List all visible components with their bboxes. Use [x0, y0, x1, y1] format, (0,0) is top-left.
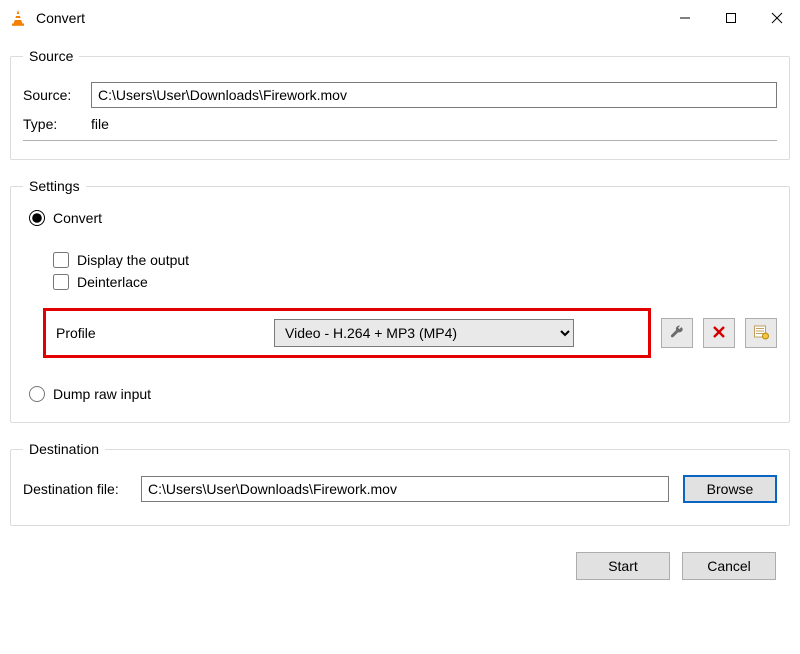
source-label: Source:	[23, 87, 91, 103]
source-path-input[interactable]	[91, 82, 777, 108]
dump-raw-radio[interactable]	[29, 386, 45, 402]
type-value: file	[91, 116, 109, 132]
footer: Start Cancel	[10, 544, 790, 580]
source-group: Source Source: Type: file	[10, 48, 790, 160]
start-button[interactable]: Start	[576, 552, 670, 580]
display-output-checkbox[interactable]	[53, 252, 69, 268]
divider	[23, 140, 777, 141]
profile-highlight: Profile Video - H.264 + MP3 (MP4)	[43, 308, 651, 358]
profile-label: Profile	[56, 325, 274, 341]
settings-legend: Settings	[23, 178, 86, 194]
vlc-cone-icon	[8, 8, 28, 28]
settings-group: Settings Convert Display the output Dein…	[10, 178, 790, 423]
display-output-label: Display the output	[77, 252, 189, 268]
titlebar: Convert	[0, 0, 800, 36]
new-profile-button[interactable]	[745, 318, 777, 348]
x-icon	[712, 325, 726, 342]
destination-path-input[interactable]	[141, 476, 669, 502]
convert-radio[interactable]	[29, 210, 45, 226]
wrench-icon	[669, 324, 685, 343]
window-title: Convert	[36, 10, 85, 26]
edit-profile-button[interactable]	[661, 318, 693, 348]
close-button[interactable]	[754, 0, 800, 36]
deinterlace-checkbox[interactable]	[53, 274, 69, 290]
deinterlace-label: Deinterlace	[77, 274, 148, 290]
convert-radio-row[interactable]: Convert	[29, 210, 777, 226]
minimize-button[interactable]	[662, 0, 708, 36]
browse-button[interactable]: Browse	[683, 475, 777, 503]
destination-legend: Destination	[23, 441, 105, 457]
deinterlace-row[interactable]: Deinterlace	[53, 274, 777, 290]
profile-combo[interactable]: Video - H.264 + MP3 (MP4)	[274, 319, 574, 347]
destination-group: Destination Destination file: Browse	[10, 441, 790, 526]
delete-profile-button[interactable]	[703, 318, 735, 348]
dump-raw-radio-row[interactable]: Dump raw input	[29, 386, 777, 402]
cancel-button[interactable]: Cancel	[682, 552, 776, 580]
dump-raw-label: Dump raw input	[53, 386, 151, 402]
convert-radio-label: Convert	[53, 210, 102, 226]
maximize-button[interactable]	[708, 0, 754, 36]
source-legend: Source	[23, 48, 79, 64]
destination-label: Destination file:	[23, 481, 141, 497]
display-output-row[interactable]: Display the output	[53, 252, 777, 268]
new-list-icon	[753, 324, 769, 343]
type-label: Type:	[23, 116, 91, 132]
